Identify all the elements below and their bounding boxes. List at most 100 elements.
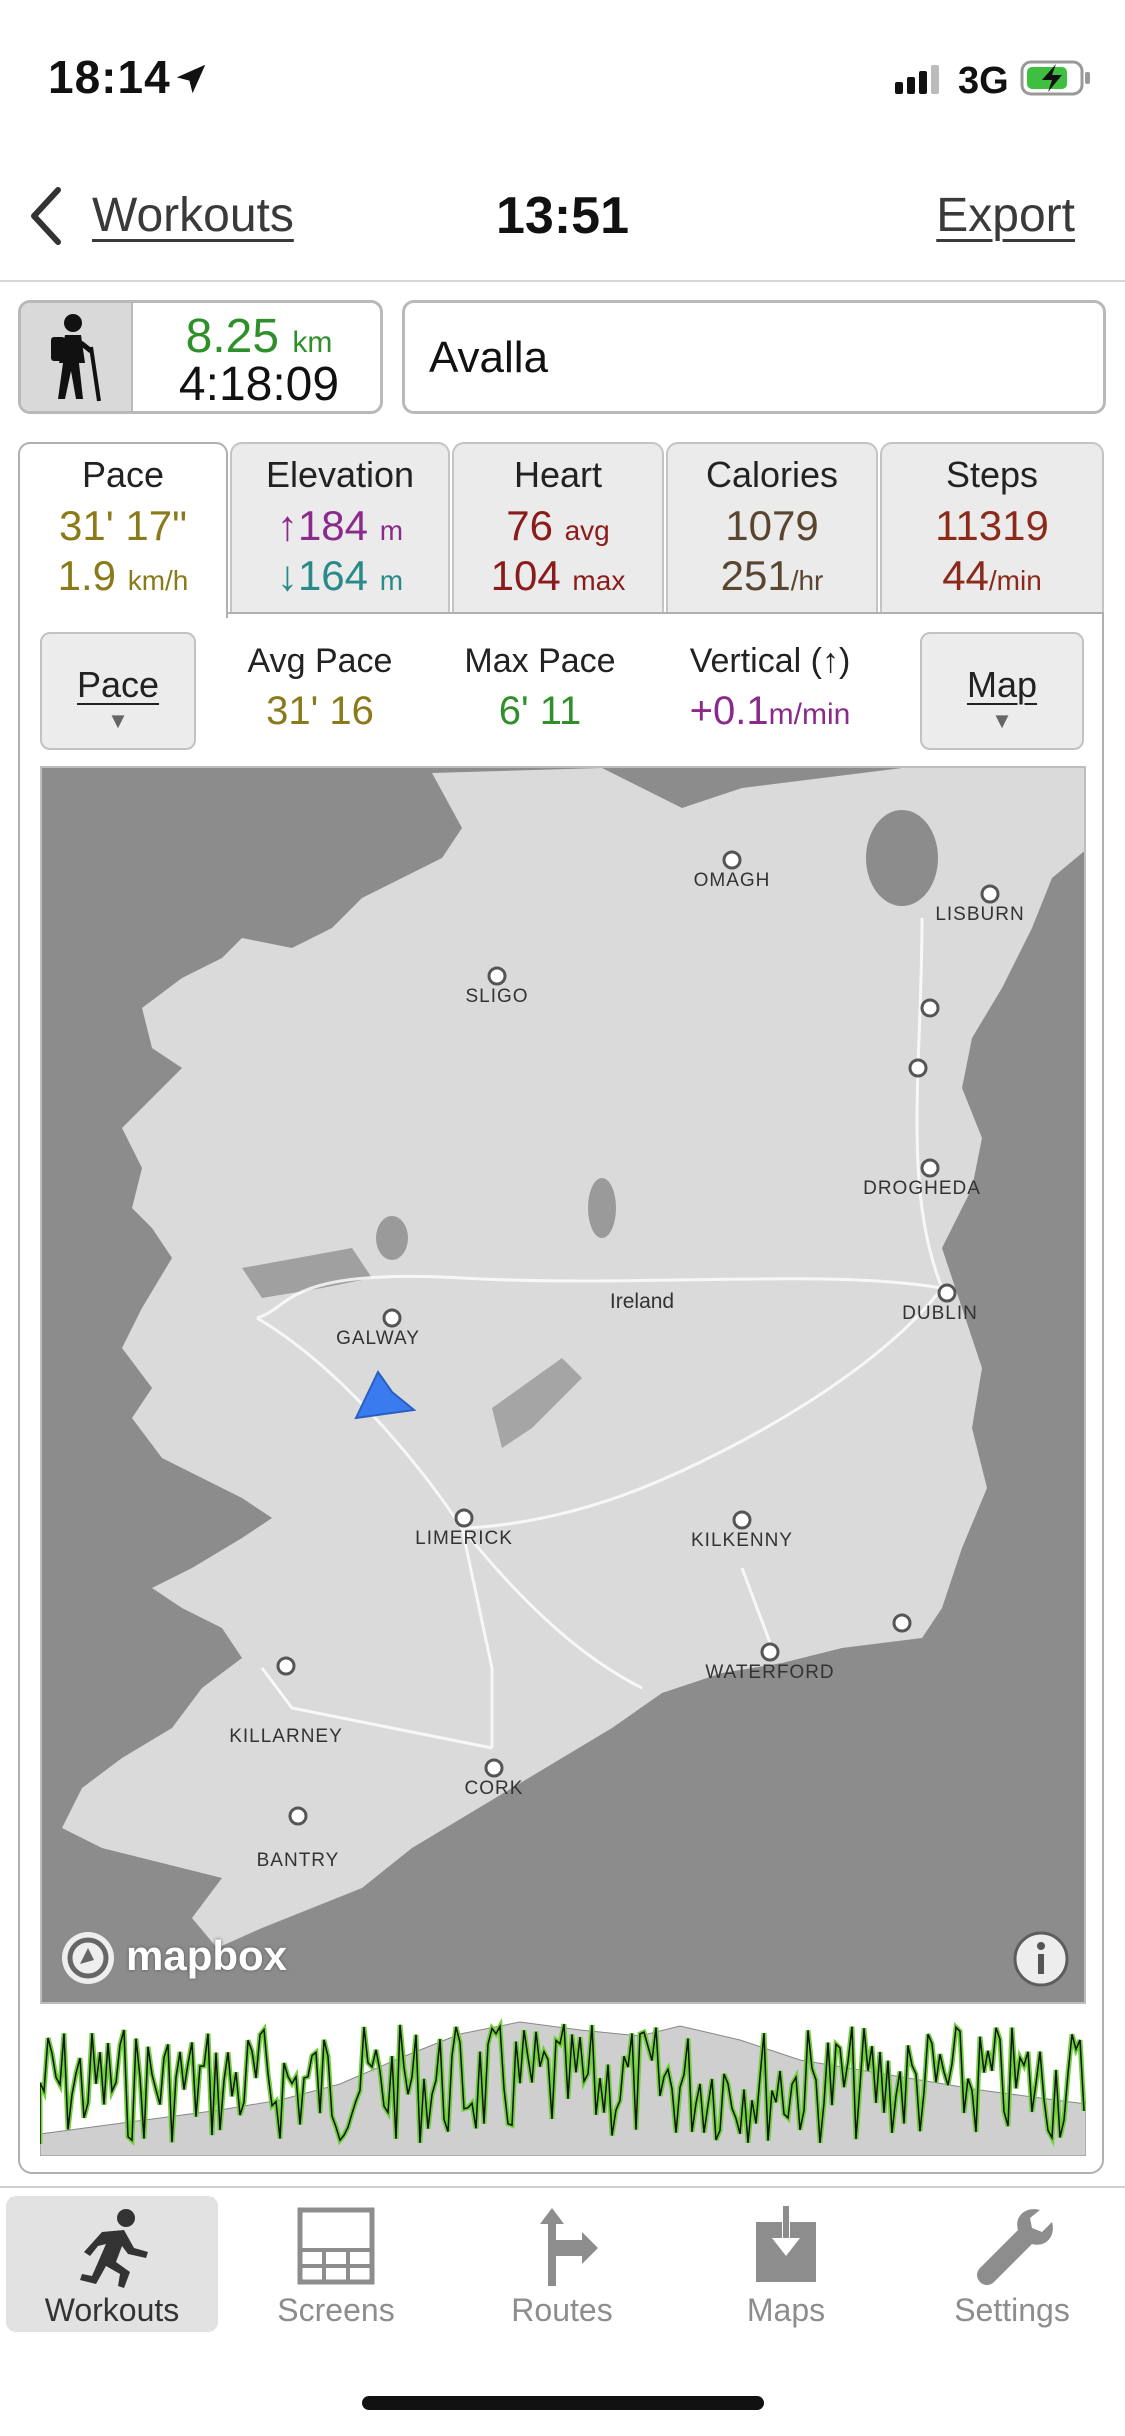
cellular-signal-icon [895,64,945,99]
tab-calories-total: 1079 [725,502,819,549]
city-label: OMAGH [694,870,771,891]
vertical-speed-value: +0.1m/min [660,689,880,734]
status-time: 18:14 [48,51,171,103]
location-arrow-icon [172,60,210,103]
back-chevron-icon[interactable] [26,184,66,253]
tab-calories-label: Calories [705,454,839,495]
tab-elevation-label: Elevation [265,454,415,495]
workout-summary[interactable]: 8.25 km 4:18:09 [18,300,383,414]
tab-heart-max: 104 max [454,552,662,600]
ireland-map: OMAGH LISBURN SLIGO DROGHEDA DUBLIN GALW… [42,768,1084,2002]
tab-maps-label: Maps [746,2292,826,2328]
total-distance: 8.25 km [139,309,379,364]
workout-map[interactable]: OMAGH LISBURN SLIGO DROGHEDA DUBLIN GALW… [40,766,1086,2004]
mapbox-logo[interactable]: mapbox [56,1926,316,1990]
city-label: LIMERICK [415,1528,513,1549]
battery-charging-icon [1020,58,1092,103]
tab-pace-speed-value: 1.9 [57,552,117,599]
ascent-unit: m [379,515,404,546]
city-label: DUBLIN [902,1303,978,1324]
city-label: GALWAY [336,1328,420,1349]
tab-calories-rate: 251/hr [668,552,876,600]
map-dropdown-button[interactable]: Map ▼ [920,632,1084,750]
map-info-icon[interactable] [1012,1930,1070,1988]
heart-avg-value: 76 [506,502,553,549]
metric-panel: Pace ▼ Avg Pace 31' 16 Max Pace 6' 11 Ve… [18,612,1104,2174]
mapbox-wordmark: mapbox [126,1932,288,1979]
tab-screens[interactable]: Screens [230,2196,442,2332]
tab-workouts-label: Workouts [44,2292,180,2328]
region-label: Ireland [610,1290,674,1313]
tab-pace-value: 31' 17" [58,502,188,549]
pace-graph[interactable] [40,2014,1086,2156]
tab-steps-label: Steps [945,454,1039,495]
city-label: DROGHEDA [863,1178,981,1199]
tab-pace-speed: 1.9 km/h [20,552,226,600]
heart-max-unit: max [572,565,626,596]
home-indicator[interactable] [362,2396,764,2410]
export-button[interactable]: Export [936,188,1075,243]
tab-pace-label: Pace [81,454,165,495]
tab-elevation-ascent: ↑184 m [232,502,448,550]
city-label: WATERFORD [705,1662,834,1683]
max-pace-label: Max Pace [464,642,616,680]
descent-unit: m [379,565,404,596]
vertical-speed-label: Vertical (↑) [689,642,851,680]
avg-pace-value: 31' 16 [266,689,374,733]
tab-elevation-descent: ↓164 m [232,552,448,600]
vertical-speed-unit: m/min [768,698,851,731]
steps-rate-value: 44 [942,552,989,599]
wrench-icon [962,2206,1062,2295]
avg-pace-label: Avg Pace [247,642,393,680]
vertical-speed-number: +0.1 [689,689,769,733]
map-dropdown-label: Map [966,664,1038,705]
tab-workouts[interactable]: Workouts [6,2196,218,2332]
pace-elevation-graph [40,2017,1086,2156]
hiker-icon [21,303,133,411]
city-label: SLIGO [465,986,528,1007]
tab-calories[interactable]: Calories 1079 251/hr [666,442,878,614]
tab-pace-speed-unit: km/h [127,565,189,596]
network-type: 3G [958,60,1009,102]
tab-screens-label: Screens [277,2292,395,2328]
navigation-bar: Workouts 13:51 Export [0,150,1125,282]
pace-dropdown-button[interactable]: Pace ▼ [40,632,196,750]
distance-value: 8.25 [185,310,280,363]
max-pace-stat: Max Pace 6' 11 [450,642,630,734]
back-button[interactable]: Workouts [92,188,294,243]
tab-heart[interactable]: Heart 76 avg 104 max [452,442,664,614]
calories-rate-value: 251 [720,552,791,599]
runner-icon [62,2206,162,2295]
workout-name-field[interactable]: Avalla [402,300,1106,414]
max-pace-value: 6' 11 [498,689,582,733]
avg-pace-stat: Avg Pace 31' 16 [230,642,410,734]
tab-steps-total: 11319 [935,502,1049,549]
total-duration: 4:18:09 [178,358,340,411]
tab-heart-avg: 76 avg [454,502,662,550]
tab-elevation[interactable]: Elevation ↑184 m ↓164 m [230,442,450,614]
pace-dropdown-label: Pace [76,664,160,705]
status-bar: 18:14 3G [0,0,1125,150]
steps-rate-unit: /min [988,565,1042,596]
calories-rate-unit: /hr [790,565,824,596]
screens-grid-icon [286,2206,386,2295]
distance-unit: km [292,326,333,359]
dropdown-triangle-icon: ▼ [991,708,1013,733]
city-label: KILKENNY [691,1530,793,1551]
city-label: CORK [465,1778,524,1799]
tab-pace[interactable]: Pace 31' 17" 1.9 km/h [18,442,228,618]
city-label: LISBURN [935,904,1024,925]
vertical-speed-stat: Vertical (↑) +0.1m/min [660,642,880,734]
route-signpost-icon [512,2206,612,2295]
tab-maps[interactable]: Maps [680,2196,892,2332]
tab-routes[interactable]: Routes [456,2196,668,2332]
tab-steps[interactable]: Steps 11319 44/min [880,442,1104,614]
metric-tabs: Pace 31' 17" 1.9 km/h Elevation ↑184 m ↓… [18,442,1104,618]
tab-settings[interactable]: Settings [906,2196,1118,2332]
tab-heart-label: Heart [513,454,603,495]
descent-value: ↓164 [276,552,369,599]
dropdown-triangle-icon: ▼ [107,708,129,733]
tab-routes-label: Routes [511,2292,613,2328]
map-download-icon [736,2206,836,2295]
ascent-value: ↑184 [276,502,369,549]
